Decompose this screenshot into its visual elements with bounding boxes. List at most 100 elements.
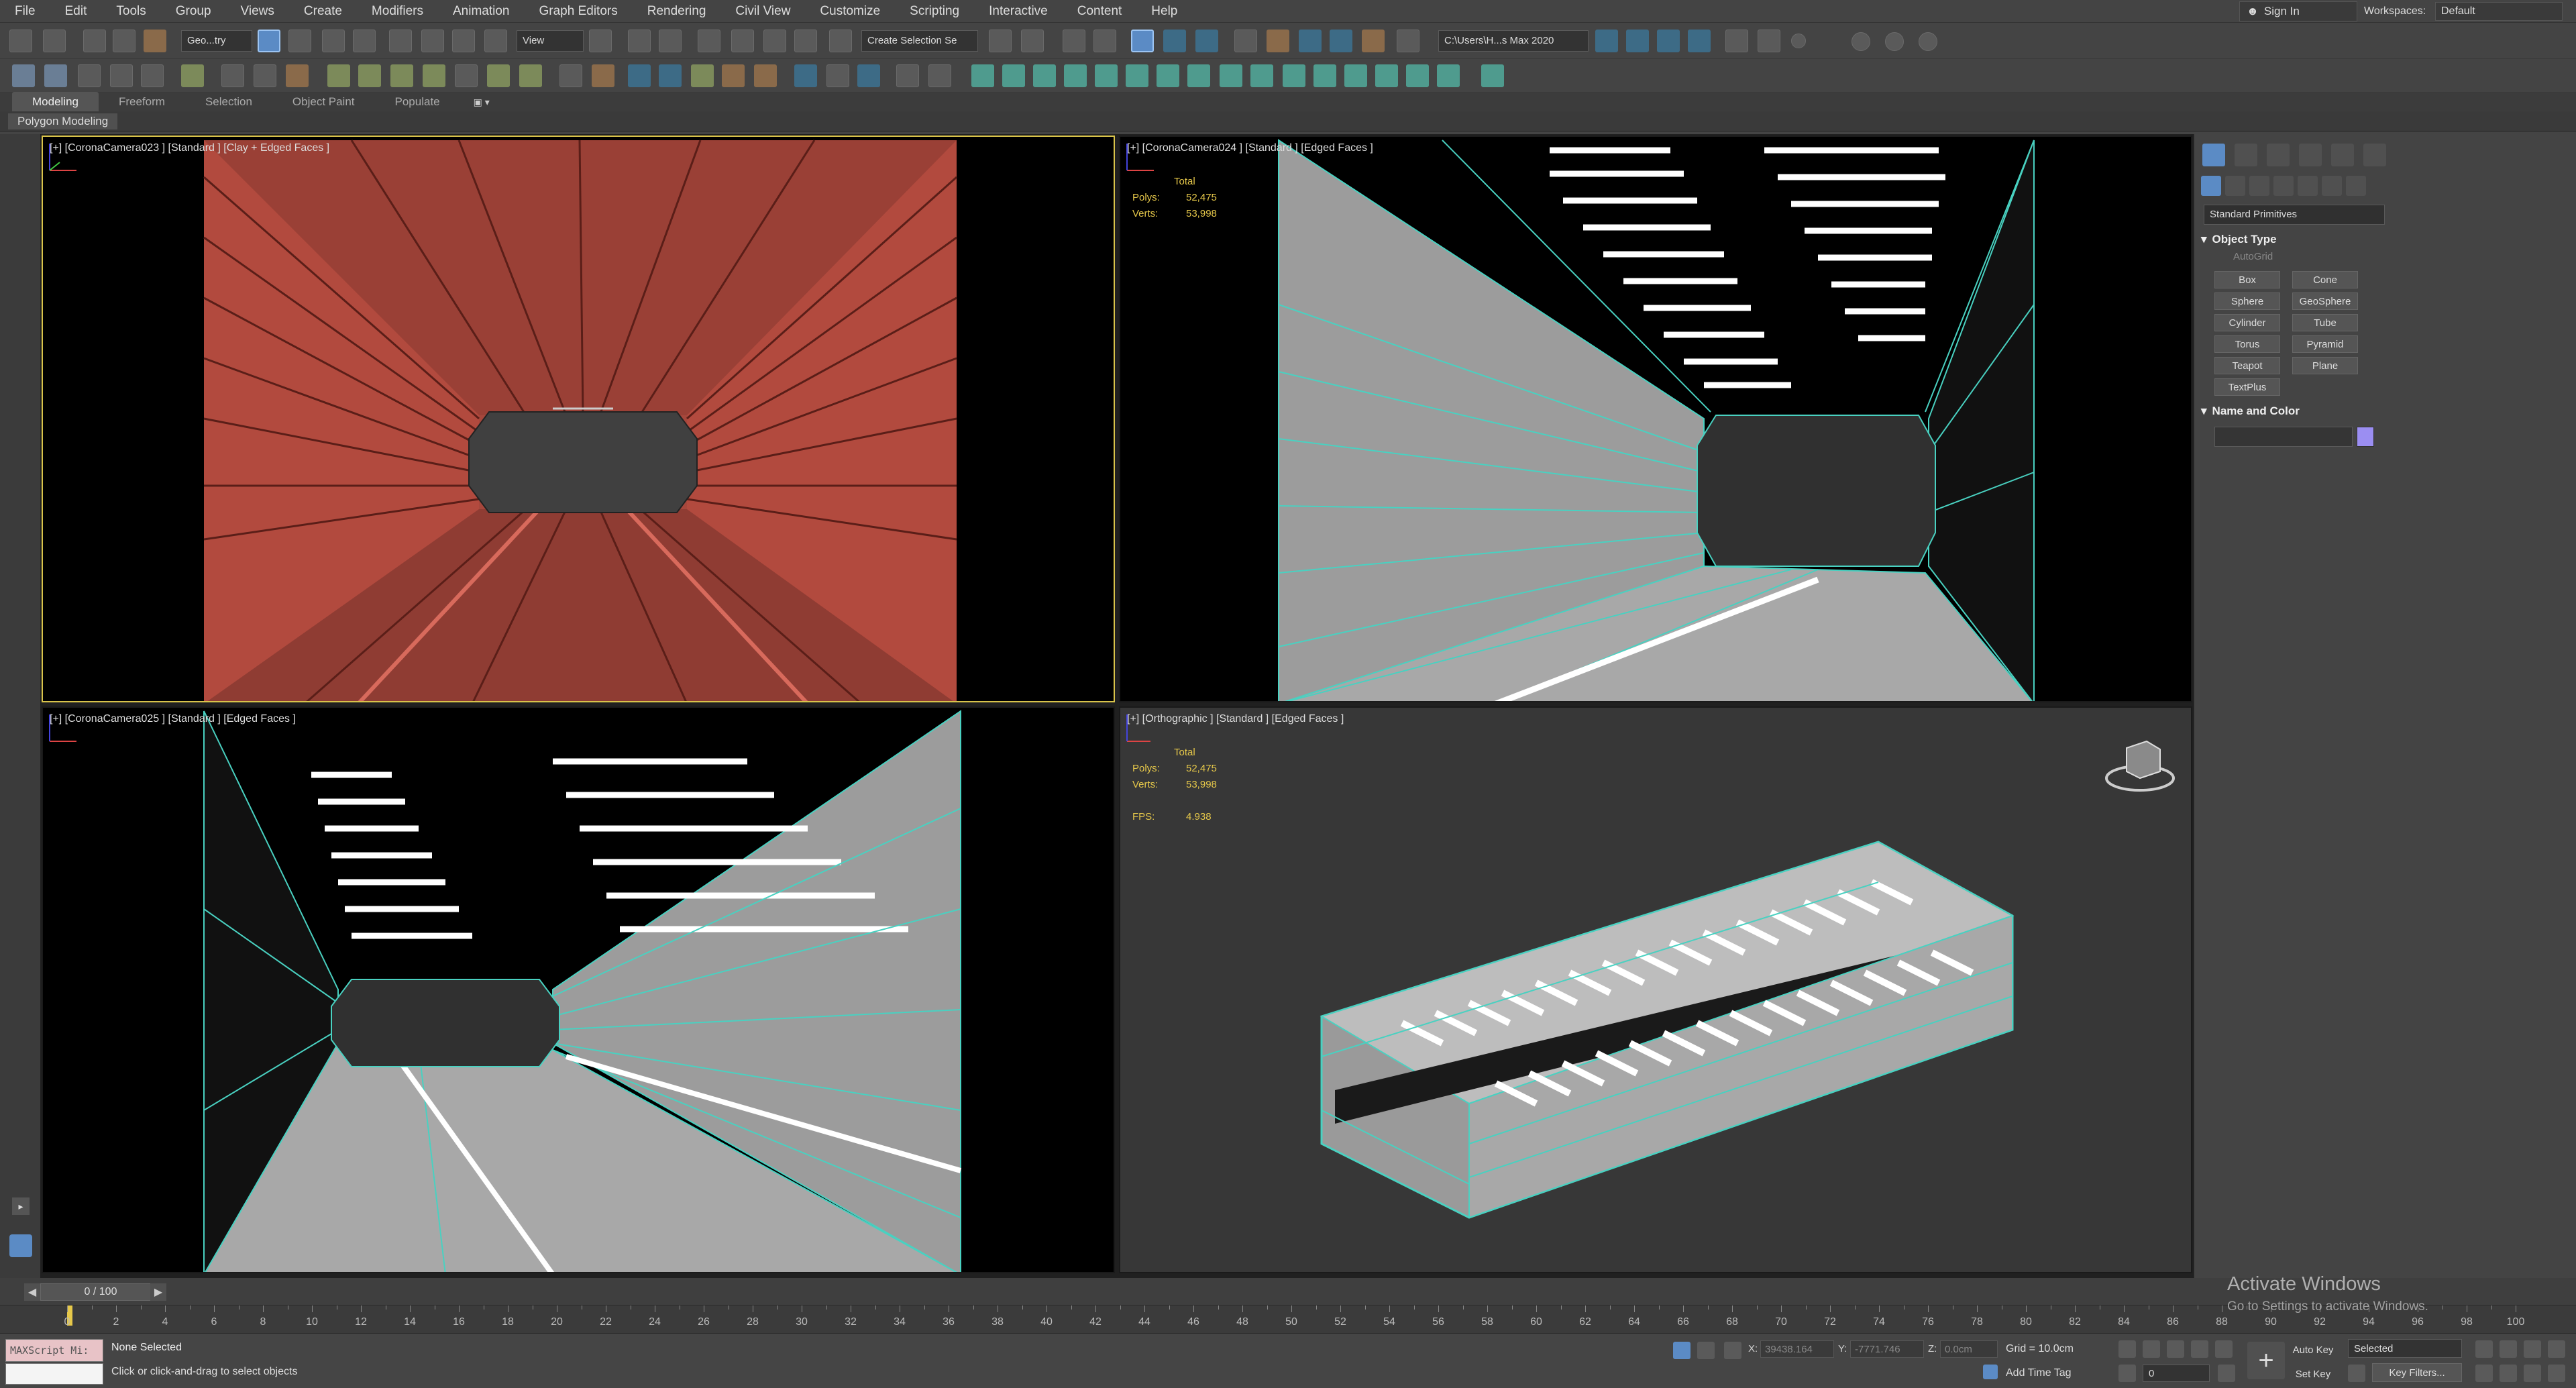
orbit-icon[interactable] [2524,1365,2541,1382]
list-icon[interactable] [110,64,133,87]
teapot-button[interactable]: Teapot [2214,357,2280,374]
cone-light-icon[interactable] [455,64,478,87]
bowl-shape-icon[interactable] [423,64,445,87]
workspace-select[interactable]: Default [2435,2,2563,21]
space-warps-icon[interactable] [2322,176,2342,196]
pivot-center-icon[interactable] [589,30,612,52]
menu-scripting[interactable]: Scripting [895,4,974,19]
grid-texture-icon[interactable] [1126,64,1148,87]
grid-panel-icon[interactable] [141,64,164,87]
curve-icon[interactable] [1250,64,1273,87]
place-icon[interactable] [484,30,507,52]
rotate-icon[interactable] [421,30,444,52]
time-tag-icon[interactable] [1983,1365,1998,1379]
object-color-swatch[interactable] [2357,427,2374,447]
geometry-icon[interactable] [2201,176,2221,196]
name-color-rollout[interactable]: ▾ Name and Color [2201,401,2557,421]
snaps-toggle-icon[interactable] [698,30,720,52]
tube-button[interactable]: Tube [2292,314,2358,331]
add-time-tag[interactable]: Add Time Tag [2006,1367,2072,1379]
next-frame-icon[interactable]: ▶ [150,1283,166,1301]
menu-tools[interactable]: Tools [101,4,160,19]
menu-modifiers[interactable]: Modifiers [357,4,438,19]
bind-space-warp-icon[interactable] [144,30,166,52]
maximize-viewport-icon[interactable] [2548,1365,2565,1382]
prev-frame-icon[interactable]: ◀ [24,1283,40,1301]
tree-icon[interactable] [691,64,714,87]
landscape-icon[interactable] [1095,64,1118,87]
pyramid-button[interactable]: Pyramid [2292,335,2358,353]
viewport-label[interactable]: [+] [CoronaCamera024 ] [Standard ] [Edge… [1127,142,1373,154]
layer-explorer-icon[interactable] [1093,30,1116,52]
plane-button[interactable]: Plane [2292,357,2358,374]
menu-graph-editors[interactable]: Graph Editors [525,4,633,19]
tools-icon[interactable] [286,64,309,87]
redo-icon[interactable] [43,30,66,52]
track-bar[interactable]: 0 2 4 6 8 10 12 14 16 18 20 22 24 26 28 30 32 34 36 38 40 42 4… [0,1305,2576,1333]
unlink-icon[interactable] [113,30,136,52]
helpers-category-icon[interactable] [2298,176,2318,196]
target-icon[interactable] [1187,64,1210,87]
info-icon[interactable] [896,64,919,87]
menu-create[interactable]: Create [289,4,357,19]
menu-content[interactable]: Content [1063,4,1137,19]
menu-group[interactable]: Group [161,4,226,19]
key-filters-button[interactable]: Key Filters... [2372,1363,2462,1382]
ribbon-toggle-icon[interactable] [1131,30,1154,52]
render-settings-icon[interactable] [826,64,849,87]
crosshair-icon[interactable] [1758,30,1780,52]
render-setup-icon[interactable] [1267,30,1289,52]
viewport-label[interactable]: [+] [CoronaCamera023 ] [Standard ] [Clay… [50,142,329,154]
torus-button[interactable]: Torus [2214,335,2280,353]
previous-key-icon[interactable] [2143,1340,2160,1358]
yellow-sphere-icon[interactable] [519,64,542,87]
camera-icon[interactable] [221,64,244,87]
ribbon-tab-freeform[interactable]: Freeform [99,92,185,112]
zoom-all-icon[interactable] [2500,1340,2517,1358]
named-selection-set-select[interactable]: Create Selection Se [861,30,978,52]
create-tab-icon[interactable] [2202,144,2225,166]
autogrid-checkbox[interactable]: AutoGrid [2233,251,2273,262]
key-mode-toggle-icon[interactable] [2118,1365,2136,1382]
box-button[interactable]: Box [2214,271,2280,288]
set-keys-icon[interactable]: + [2247,1342,2285,1379]
utilities-tab-icon[interactable] [2363,144,2386,166]
texture-icon[interactable] [754,64,777,87]
project-icon-2[interactable] [1626,30,1649,52]
frame-buffer-icon[interactable] [857,64,880,87]
cloud-icon[interactable] [44,64,67,87]
viewport-bottom-left[interactable]: [+] [CoronaCamera025 ] [Standard ] [Edge… [42,706,1115,1273]
ribbon-tab-modeling[interactable]: Modeling [12,92,99,112]
modify-tab-icon[interactable] [2235,144,2257,166]
object-type-rollout[interactable]: ▾ Object Type [2201,229,2557,250]
circle-button-1-icon[interactable] [1851,32,1870,51]
selection-filter-select[interactable]: Geo...try [181,30,252,52]
object-icon[interactable] [1220,64,1242,87]
scatter-icon[interactable] [559,64,582,87]
percent-snap-icon[interactable] [763,30,786,52]
link-icon[interactable] [83,30,106,52]
material-icon[interactable] [628,64,651,87]
sphere-shape-icon[interactable] [390,64,413,87]
sign-in-button[interactable]: ☻ Sign In [2239,1,2357,21]
y-coordinate-field[interactable]: -7771.746 [1850,1340,1924,1358]
menu-file[interactable]: File [0,4,50,19]
camera-shot-icon[interactable] [1064,64,1087,87]
time-configuration-icon[interactable] [2218,1365,2235,1382]
rectangle-shape-icon[interactable] [327,64,350,87]
edit-named-selection-icon[interactable] [829,30,852,52]
motion-tab-icon[interactable] [2299,144,2322,166]
keyboard-shortcut-toggle-icon[interactable] [659,30,682,52]
menu-edit[interactable]: Edit [50,4,102,19]
angle-snap-icon[interactable] [731,30,754,52]
expand-layout-icon[interactable]: ▸ [12,1197,30,1215]
maxscript-listener[interactable]: MAXScript Mi: [5,1339,103,1362]
menu-customize[interactable]: Customize [805,4,895,19]
project-folder-icon[interactable] [1397,30,1419,52]
primitive-category-select[interactable]: Standard Primitives [2204,205,2385,225]
menu-interactive[interactable]: Interactive [974,4,1063,19]
go-to-start-icon[interactable] [2118,1340,2136,1358]
circle-button-2-icon[interactable] [1885,32,1904,51]
reference-coordinate-select[interactable]: View [517,30,584,52]
chart-icon[interactable] [1283,64,1305,87]
